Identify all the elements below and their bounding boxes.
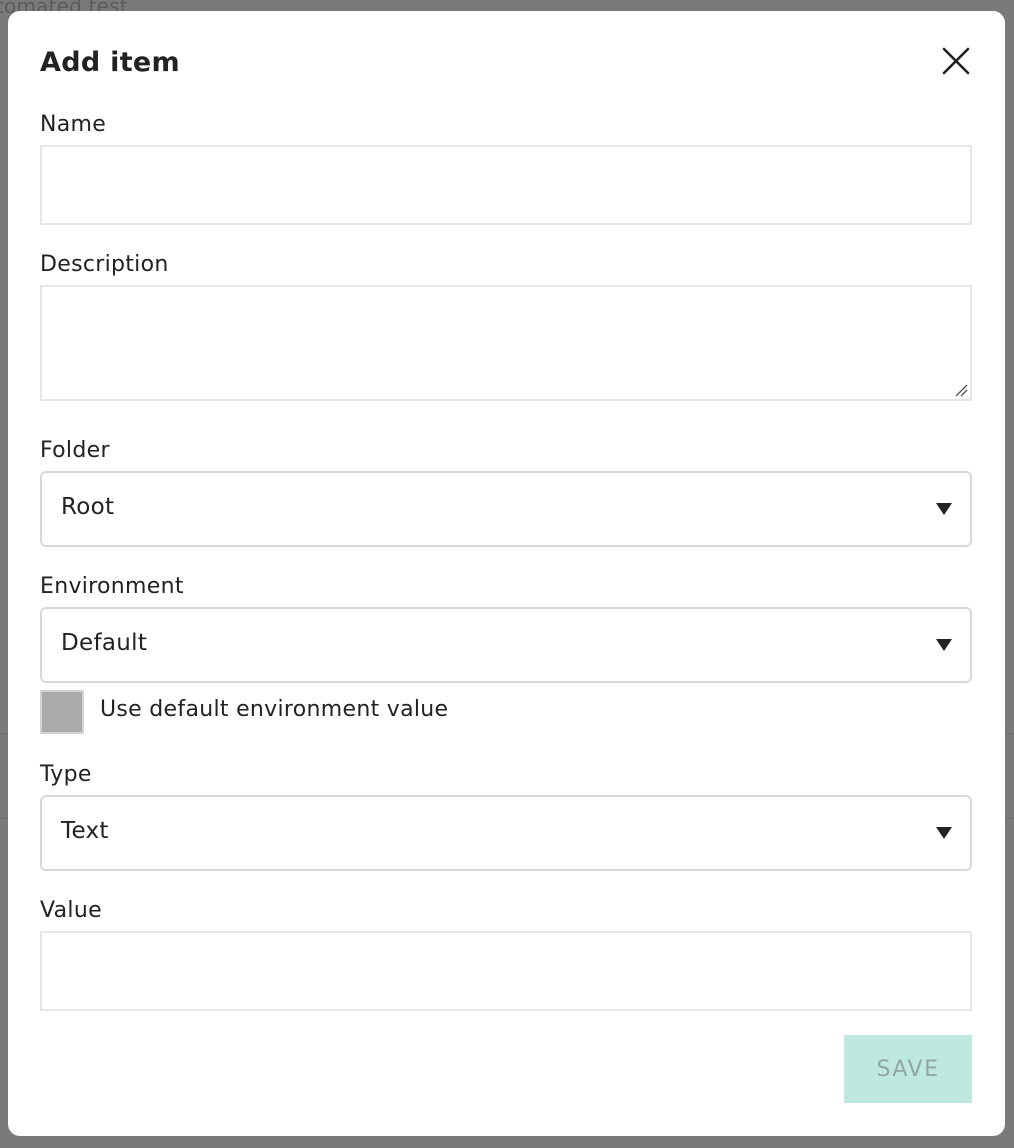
folder-select[interactable]: Root <box>40 471 972 547</box>
environment-select[interactable]: Default <box>40 607 972 683</box>
use-default-environment-label: Use default environment value <box>100 697 449 722</box>
description-label: Description <box>40 252 169 277</box>
folder-label: Folder <box>40 438 110 463</box>
chevron-down-icon <box>936 827 952 839</box>
name-input[interactable] <box>40 145 972 225</box>
add-item-dialog: Add item Name Description Folder Root En… <box>8 11 1005 1136</box>
use-default-environment-checkbox[interactable] <box>40 690 84 734</box>
save-button[interactable]: SAVE <box>844 1035 972 1103</box>
close-button[interactable] <box>936 41 976 81</box>
type-selected-value: Text <box>61 818 109 844</box>
dialog-title: Add item <box>40 47 180 78</box>
chevron-down-icon <box>936 503 952 515</box>
environment-label: Environment <box>40 574 184 599</box>
resize-handle-icon[interactable] <box>954 383 968 397</box>
type-select[interactable]: Text <box>40 795 972 871</box>
value-label: Value <box>40 898 102 923</box>
folder-selected-value: Root <box>61 494 115 520</box>
close-icon <box>942 47 970 75</box>
value-input[interactable] <box>40 931 972 1011</box>
environment-selected-value: Default <box>61 630 148 656</box>
chevron-down-icon <box>936 639 952 651</box>
name-label: Name <box>40 112 107 137</box>
description-textarea[interactable] <box>40 285 972 401</box>
type-label: Type <box>40 762 92 787</box>
